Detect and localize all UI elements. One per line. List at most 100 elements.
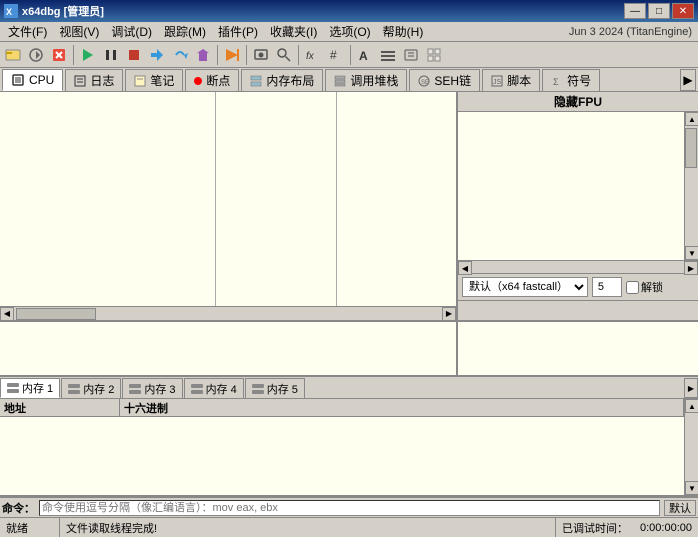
- tab-memory-layout[interactable]: 内存布局: [241, 69, 323, 91]
- titlebar: X x64dbg [管理员] — □ ✕: [0, 0, 698, 22]
- mem-tab-2[interactable]: 内存 2: [61, 378, 121, 398]
- tb-windows[interactable]: [423, 44, 445, 66]
- command-mode: 默认: [664, 500, 696, 516]
- tb-pause[interactable]: [100, 44, 122, 66]
- cpu-panel-stack: [337, 92, 456, 306]
- fpu-body-row: ▲ ▼: [458, 112, 698, 260]
- tb-step-into[interactable]: [146, 44, 168, 66]
- maximize-button[interactable]: □: [648, 3, 670, 19]
- toolbar-sep-5: [350, 45, 351, 65]
- fastcall-dropdown[interactable]: 默认（x64 fastcall）: [462, 277, 588, 297]
- tb-step-out[interactable]: [192, 44, 214, 66]
- script-icon: JS: [491, 75, 503, 87]
- tb-step-over[interactable]: [169, 44, 191, 66]
- mem-tab-icon-5: [252, 384, 264, 394]
- scroll-left-arrow[interactable]: ◀: [0, 307, 14, 321]
- status-time-value: 0:00:00:00: [634, 518, 698, 537]
- command-label: 命令：: [2, 500, 35, 516]
- fpu-scroll-left[interactable]: ◀: [458, 261, 472, 275]
- symbols-icon: Σ: [551, 75, 563, 87]
- tb-font[interactable]: A: [354, 44, 376, 66]
- mem-tab-icon-2: [68, 384, 80, 394]
- tab-notes[interactable]: 笔记: [125, 69, 183, 91]
- cpu-section: ◀ ▶ 隐藏FPU ▲ ▼ ◀ ▶: [0, 92, 698, 322]
- fpu-scroll-down[interactable]: ▼: [685, 246, 698, 260]
- tb-options[interactable]: [400, 44, 422, 66]
- tab-cpu[interactable]: CPU: [2, 69, 63, 91]
- scrollbar-thumb[interactable]: [16, 308, 96, 320]
- main-tabs-row: CPU 日志 笔记 断点 内存布局 调用堆栈 SE SEH链 JS 脚本 Σ 符…: [0, 68, 698, 92]
- tab-breakpoints[interactable]: 断点: [185, 69, 239, 91]
- callstack-icon: [334, 75, 346, 87]
- tb-stop[interactable]: [123, 44, 145, 66]
- mem-tab-5[interactable]: 内存 5: [245, 378, 305, 398]
- tb-run-to[interactable]: [221, 44, 243, 66]
- menu-options[interactable]: 选项(O): [323, 22, 376, 41]
- col-hex: 十六进制: [120, 399, 684, 416]
- memory-table: 地址 十六进制: [0, 399, 684, 495]
- tab-seh[interactable]: SE SEH链: [409, 69, 480, 91]
- unlock-checkbox[interactable]: [626, 281, 639, 294]
- mem-tab-1[interactable]: 内存 1: [0, 378, 60, 398]
- svg-text:JS: JS: [493, 79, 502, 86]
- tb-close[interactable]: [48, 44, 70, 66]
- menu-debug[interactable]: 调试(D): [105, 22, 158, 41]
- mem-tab-icon-3: [129, 384, 141, 394]
- mem-tab-3[interactable]: 内存 3: [122, 378, 182, 398]
- scroll-right-arrow[interactable]: ▶: [442, 307, 456, 321]
- tab-callstack[interactable]: 调用堆栈: [325, 69, 407, 91]
- mem-tab-4[interactable]: 内存 4: [184, 378, 244, 398]
- tb-hash[interactable]: #: [325, 44, 347, 66]
- tab-log[interactable]: 日志: [65, 69, 123, 91]
- status-ready: 就绪: [0, 518, 60, 537]
- tb-screenshot[interactable]: [250, 44, 272, 66]
- tb-search[interactable]: [273, 44, 295, 66]
- mem-scroll-down[interactable]: ▼: [685, 481, 698, 495]
- tb-settings[interactable]: [377, 44, 399, 66]
- menu-help[interactable]: 帮助(H): [377, 22, 430, 41]
- fpu-scrollbar-v: ▲ ▼: [684, 112, 698, 260]
- tabs-scroll-right[interactable]: ▶: [680, 69, 696, 91]
- col-address: 地址: [0, 399, 120, 416]
- toolbar-sep-3: [246, 45, 247, 65]
- memory-data-area: [0, 417, 684, 495]
- mem-tab-icon-1: [7, 383, 19, 393]
- toolbar-sep-1: [73, 45, 74, 65]
- fpu-scroll-right[interactable]: ▶: [684, 261, 698, 275]
- cpu-panel-registers: [216, 92, 336, 306]
- svg-text:#: #: [330, 48, 337, 62]
- scrollbar-track: [14, 308, 442, 320]
- fastcall-value[interactable]: [592, 277, 622, 297]
- fpu-body: [458, 112, 684, 260]
- tab-symbols[interactable]: Σ 符号: [542, 69, 600, 91]
- cpu-panel-disasm: [0, 92, 216, 306]
- menu-plugins[interactable]: 插件(P): [212, 22, 264, 41]
- middle-right-panel: [458, 322, 698, 375]
- memory-tabs-row: 内存 1 内存 2 内存 3 内存 4 内存 5 ▶: [0, 377, 698, 399]
- menu-view[interactable]: 视图(V): [53, 22, 105, 41]
- mem-tabs-scroll-right[interactable]: ▶: [684, 378, 698, 398]
- toolbar-sep-4: [298, 45, 299, 65]
- minimize-button[interactable]: —: [624, 3, 646, 19]
- menu-favorites[interactable]: 收藏夹(I): [264, 22, 323, 41]
- tab-script[interactable]: JS 脚本: [482, 69, 540, 91]
- tb-run[interactable]: [77, 44, 99, 66]
- close-button[interactable]: ✕: [672, 3, 694, 19]
- fpu-scroll-up[interactable]: ▲: [685, 112, 698, 126]
- command-bar: 命令： 默认: [0, 497, 698, 517]
- menubar: 文件(F) 视图(V) 调试(D) 跟踪(M) 插件(P) 收藏夹(I) 选项(…: [0, 22, 698, 42]
- fpu-scrollbar-thumb[interactable]: [685, 128, 697, 168]
- menu-trace[interactable]: 跟踪(M): [158, 22, 212, 41]
- tb-open[interactable]: [2, 44, 24, 66]
- mem-scroll-up[interactable]: ▲: [685, 399, 698, 413]
- tb-restart[interactable]: [25, 44, 47, 66]
- svg-text:SE: SE: [421, 80, 429, 86]
- fpu-hscroll-track: [472, 261, 684, 273]
- status-message: 文件读取线程完成!: [60, 518, 555, 537]
- tb-asm[interactable]: fx: [302, 44, 324, 66]
- fpu-fastcall-row: 默认（x64 fastcall） 解锁: [458, 274, 698, 300]
- command-input[interactable]: [39, 500, 660, 516]
- menu-file[interactable]: 文件(F): [2, 22, 53, 41]
- memory-body: 地址 十六进制 ▲ ▼: [0, 399, 698, 495]
- titlebar-controls: — □ ✕: [624, 3, 694, 19]
